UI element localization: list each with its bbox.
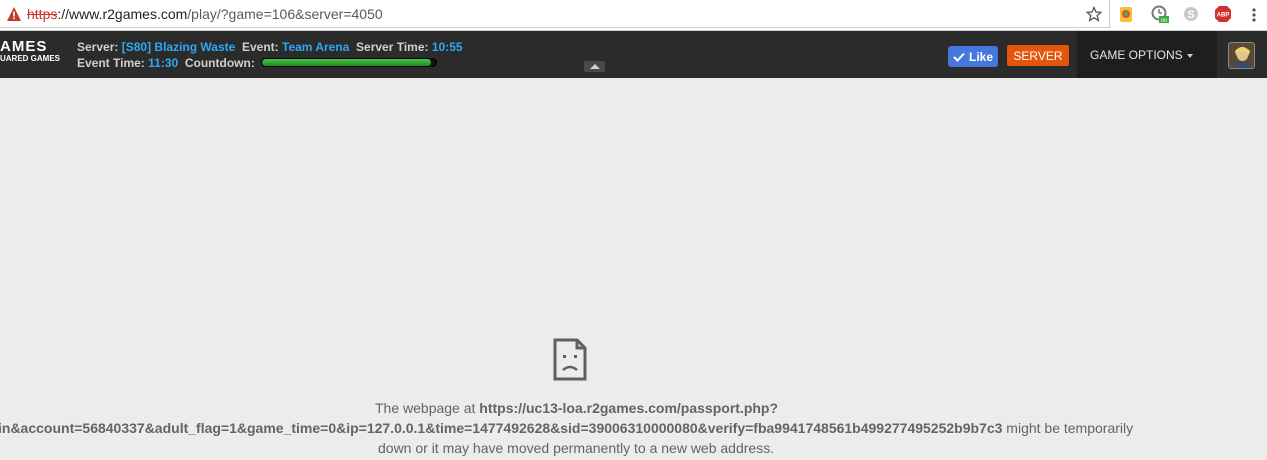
countdown-progress-fill (262, 59, 431, 66)
adblock-label: ABP (1217, 13, 1230, 19)
event-time-value: 11:30 (148, 56, 179, 70)
logo-text: AMES (0, 38, 48, 55)
svg-text:S: S (1187, 9, 1194, 21)
adblock-plus-icon[interactable]: ABP (1214, 5, 1232, 23)
countdown-label: Countdown: (184, 56, 255, 70)
bookmark-star-icon[interactable] (1086, 6, 1102, 22)
browser-menu-icon[interactable] (1249, 6, 1259, 24)
server-value: [S80] Blazing Waste (121, 40, 236, 54)
facebook-like-button[interactable]: Like (948, 46, 998, 67)
server-button[interactable]: SERVER (1007, 45, 1069, 66)
url-scheme: https (27, 6, 58, 22)
error-line-2: in&account=56840337&adult_flag=1&game_ti… (0, 418, 1133, 438)
error-suffix: might be temporarily (1002, 420, 1134, 436)
skype-icon[interactable]: S (1182, 5, 1200, 23)
chrome-cleanup-icon[interactable] (1117, 5, 1135, 23)
error-url-part-1: https://uc13-loa.r2games.com/passport.ph… (479, 400, 779, 416)
caret-down-icon (1186, 53, 1193, 58)
timer-badge: on (1161, 18, 1168, 23)
address-bar[interactable]: https://www.r2games.com/play/?game=106&s… (0, 0, 1110, 28)
browser-toolbar: https://www.r2games.com/play/?game=106&s… (0, 0, 1267, 31)
game-toolbar: AMES UARED GAMES Server: [S80] Blazing W… (0, 31, 1267, 78)
event-label: Event: (241, 40, 279, 54)
not-secure-warning-icon[interactable] (6, 6, 22, 22)
event-time-info: Event Time: 11:30 Countdown: (77, 56, 255, 70)
sad-page-icon (553, 338, 587, 381)
timer-extension-icon[interactable]: on (1151, 5, 1169, 23)
server-time-value: 10:55 (431, 40, 463, 54)
game-options-label: GAME OPTIONS (1090, 47, 1183, 62)
event-value: Team Arena (282, 40, 350, 54)
like-label: Like (968, 49, 993, 64)
error-line-3: down or it may have moved permanently to… (378, 440, 775, 456)
user-avatar[interactable] (1228, 42, 1255, 69)
avatar-image (1229, 43, 1254, 68)
checkmark-icon (953, 52, 965, 62)
r2games-logo[interactable]: AMES UARED GAMES (0, 38, 61, 64)
url-text[interactable]: https://www.r2games.com/play/?game=106&s… (27, 6, 383, 22)
url-host: ://www.r2games.com (57, 6, 188, 22)
countdown-progress-bar (261, 58, 437, 67)
event-time-label: Event Time: (77, 56, 145, 70)
server-label: Server: (77, 40, 119, 54)
error-line-1: The webpage at https://uc13-loa.r2games.… (375, 398, 778, 418)
server-info: Server: [S80] Blazing Waste Event: Team … (77, 40, 463, 54)
server-time-label: Server Time: (356, 40, 429, 54)
error-url-part-2: in&account=56840337&adult_flag=1&game_ti… (0, 420, 1003, 436)
game-options-dropdown[interactable]: GAME OPTIONS (1077, 31, 1217, 78)
url-path: /play/?game=106&server=4050 (187, 6, 383, 22)
error-prefix: The webpage at (375, 400, 480, 416)
logo-subtext: UARED GAMES (0, 54, 61, 63)
collapse-toolbar-button[interactable] (584, 61, 605, 72)
